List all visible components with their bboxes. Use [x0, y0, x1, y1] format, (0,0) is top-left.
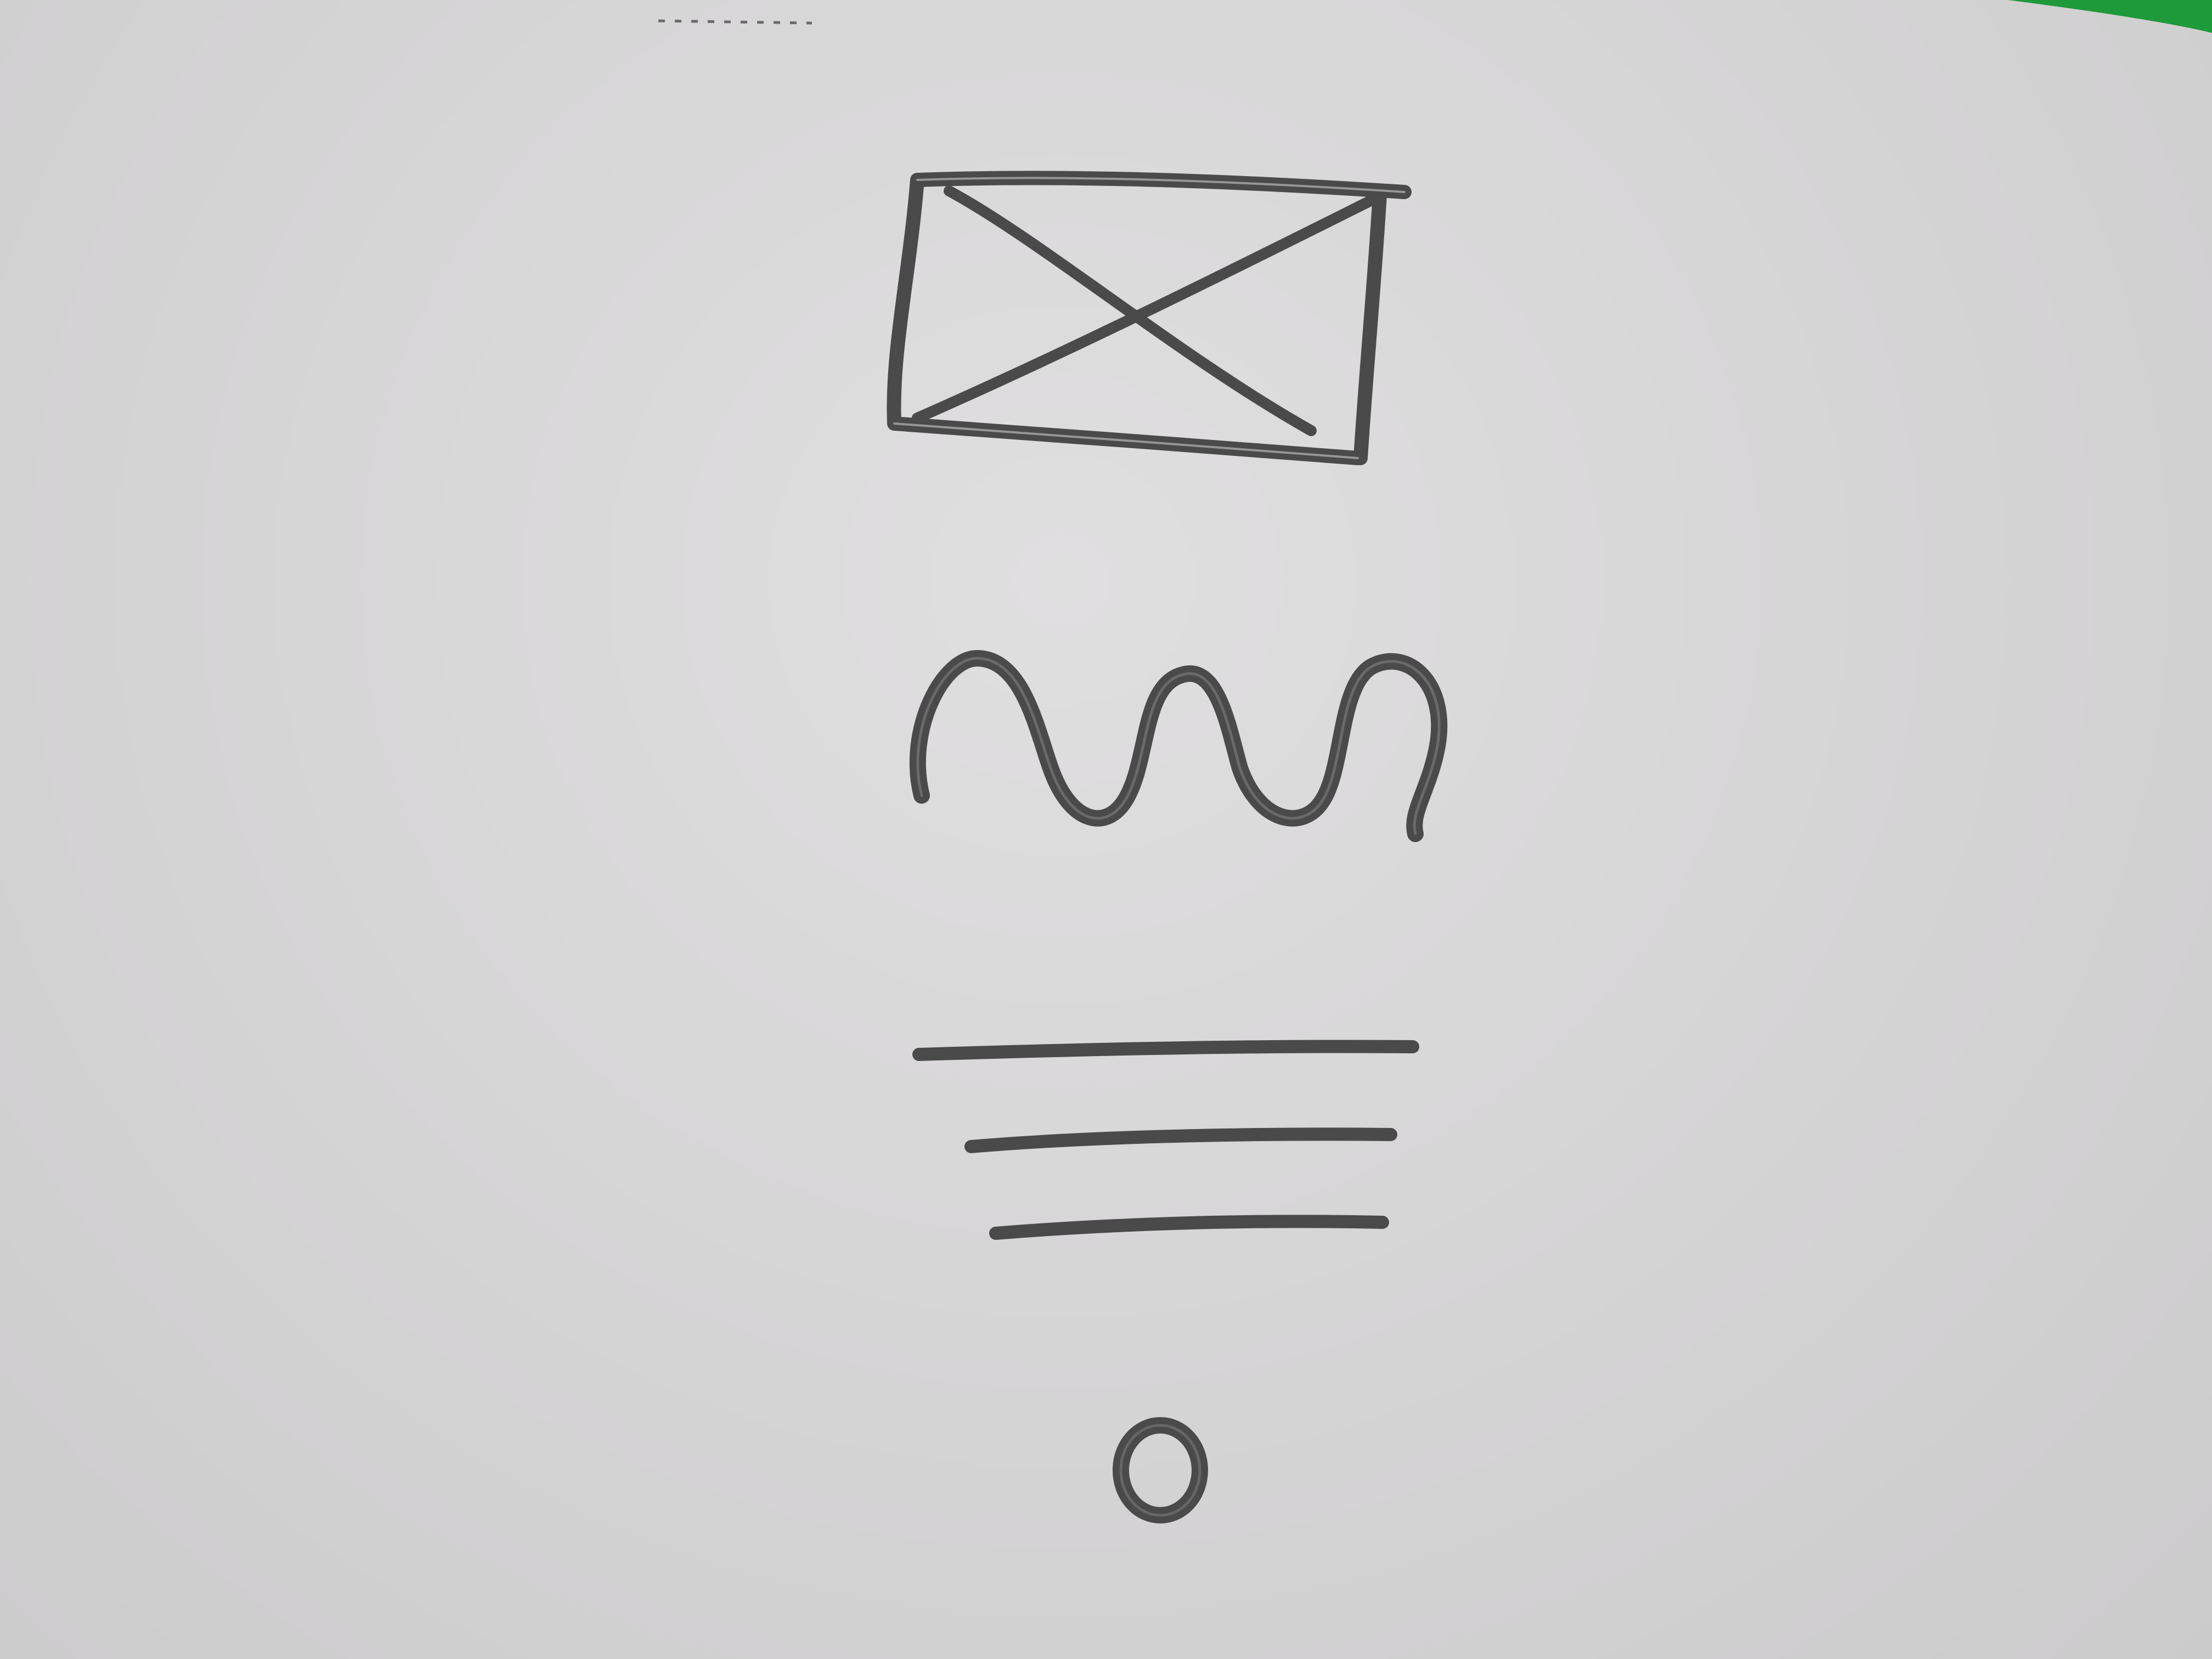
wireframe-sketch [887, 171, 1448, 1523]
wave-icon [909, 650, 1448, 842]
whiteboard [0, 0, 2212, 1659]
image-placeholder-icon [887, 171, 1412, 465]
circle-icon [1113, 1417, 1208, 1523]
text-lines-icon [912, 1040, 1419, 1240]
